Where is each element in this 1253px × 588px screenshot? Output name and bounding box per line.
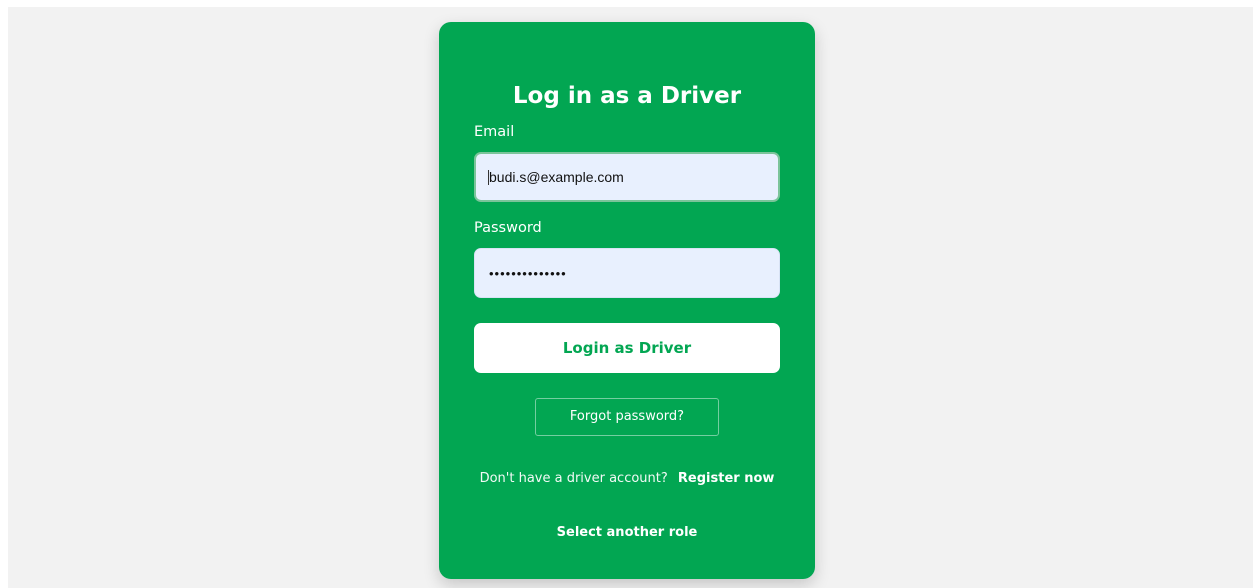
page-title: Log in as a Driver (512, 83, 742, 109)
text-caret (488, 169, 489, 185)
forgot-password-button[interactable]: Forgot password? (535, 398, 719, 436)
password-value: •••••••••••••• (489, 266, 567, 281)
register-prompt: Don't have a driver account? (479, 471, 668, 486)
email-label: Email (474, 124, 515, 140)
select-another-role-link[interactable]: Select another role (439, 524, 815, 542)
login-button[interactable]: Login as Driver (474, 323, 780, 373)
email-field[interactable]: budi.s@example.com (474, 152, 780, 202)
password-label: Password (474, 220, 542, 236)
register-now-link[interactable]: Register now (678, 471, 775, 486)
email-value: budi.s@example.com (489, 169, 624, 185)
login-card: Log in as a Driver Email budi.s@example.… (439, 22, 815, 579)
password-field[interactable]: •••••••••••••• (474, 248, 780, 298)
register-prompt-row: Don't have a driver account? Register no… (439, 470, 815, 488)
